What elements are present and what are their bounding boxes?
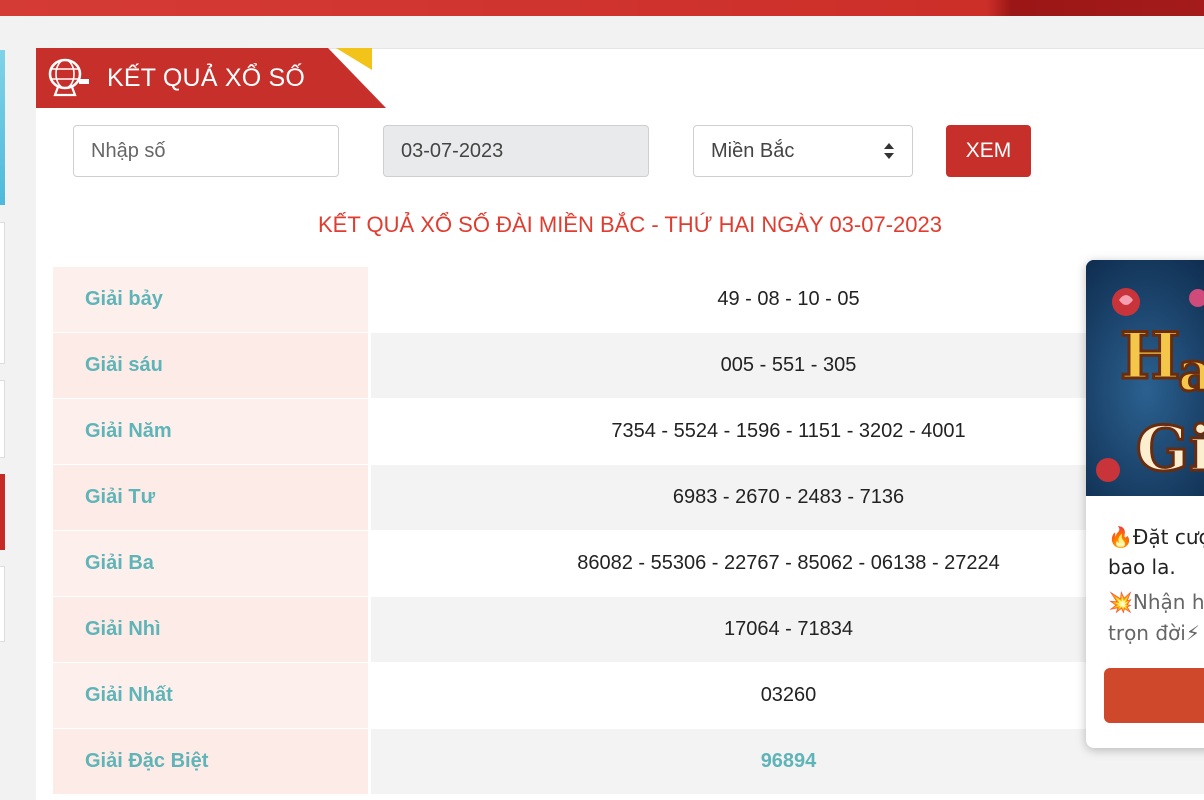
svg-text:Gi: Gi — [1136, 412, 1204, 485]
prize-value-cell: 6983 - 2670 - 2483 - 7136 — [371, 465, 1204, 530]
results-table: Giải bảy 49 - 08 - 10 - 05 Giải sáu 005 … — [53, 267, 1204, 795]
left-side-tab[interactable] — [0, 380, 5, 458]
prize-label: Giải Năm — [53, 399, 368, 464]
prize-label: Giải Nhất — [53, 663, 368, 728]
number-search-input[interactable]: Nhập số — [73, 125, 339, 177]
left-side-tab-active[interactable] — [0, 474, 5, 550]
section-ribbon: KẾT QUẢ XỔ SỐ — [36, 48, 386, 108]
prize-label: Giải Ba — [53, 531, 368, 596]
region-selected-value: Miền Bắc — [711, 140, 795, 162]
promo-text-primary: 🔥Đặt cượ bao la. — [1108, 522, 1204, 582]
prize-row-1: Giải Nhất 03260 — [53, 663, 1204, 729]
sort-arrows-icon — [884, 143, 894, 159]
section-title: KẾT QUẢ XỔ SỐ — [107, 64, 306, 92]
promo-line-2: bao la. — [1108, 555, 1176, 579]
lottery-ball-logo-icon — [48, 58, 89, 97]
prize-value-cell: 86082 - 55306 - 22767 - 85062 - 06138 - … — [371, 531, 1204, 596]
prize-value-cell: 49 - 08 - 10 - 05 — [371, 267, 1204, 332]
prize-value: 005 - 551 - 305 — [720, 354, 857, 376]
promo-line-3: 💥Nhận h — [1108, 590, 1204, 614]
prize-value-cell: 7354 - 5524 - 1596 - 1151 - 3202 - 4001 — [371, 399, 1204, 464]
prize-row-7: Giải bảy 49 - 08 - 10 - 05 — [53, 267, 1204, 333]
promo-banner-image[interactable]: H a Gi — [1086, 260, 1204, 496]
prize-label: Giải Nhì — [53, 597, 368, 662]
prize-value: 49 - 08 - 10 - 05 — [717, 288, 860, 310]
top-bar — [0, 0, 1204, 16]
prize-row-3: Giải Ba 86082 - 55306 - 22767 - 85062 - … — [53, 531, 1204, 597]
prize-value-cell: 005 - 551 - 305 — [371, 333, 1204, 398]
promo-line-1: 🔥Đặt cượ — [1108, 525, 1204, 549]
prize-value-cell: 03260 — [371, 663, 1204, 728]
date-value: 03-07-2023 — [401, 140, 504, 162]
number-search-placeholder: Nhập số — [91, 140, 166, 162]
svg-text:H: H — [1120, 319, 1180, 394]
prize-value: 6983 - 2670 - 2483 - 7136 — [672, 486, 905, 508]
prize-label: Giải sáu — [53, 333, 368, 398]
left-side-tab[interactable] — [0, 566, 5, 642]
prize-value: 7354 - 5524 - 1596 - 1151 - 3202 - 4001 — [611, 420, 966, 442]
promo-cta-button[interactable] — [1104, 668, 1204, 723]
prize-row-5: Giải Năm 7354 - 5524 - 1596 - 1151 - 320… — [53, 399, 1204, 465]
prize-row-6: Giải sáu 005 - 551 - 305 — [53, 333, 1204, 399]
prize-value: 86082 - 55306 - 22767 - 85062 - 06138 - … — [577, 552, 1000, 574]
view-results-button[interactable]: XEM — [946, 125, 1031, 177]
prize-value-cell: 96894 — [371, 729, 1204, 794]
prize-value: 17064 - 71834 — [723, 618, 853, 640]
prize-row-4: Giải Tư 6983 - 2670 - 2483 - 7136 — [53, 465, 1204, 531]
prize-value: 03260 — [760, 684, 817, 706]
promo-popup[interactable]: H a Gi 🔥Đặt cượ bao la. 💥Nhận h trọn đời… — [1086, 260, 1204, 748]
prize-label: Giải Tư — [53, 465, 368, 530]
results-heading: KẾT QUẢ XỔ SỐ ĐÀI MIỀN BẮC - THỨ HAI NGÀ… — [318, 212, 942, 237]
prize-row-special: Giải Đặc Biệt 96894 — [53, 729, 1204, 795]
left-banner-strip[interactable] — [0, 50, 5, 205]
promo-text-secondary: 💥Nhận h trọn đời⚡ — [1108, 587, 1204, 649]
region-select[interactable]: Miền Bắc — [693, 125, 913, 177]
prize-label: Giải Đặc Biệt — [53, 729, 368, 794]
prize-label: Giải bảy — [53, 267, 368, 332]
prize-value-cell: 17064 - 71834 — [371, 597, 1204, 662]
left-side-tab[interactable] — [0, 222, 5, 364]
prize-row-2: Giải Nhì 17064 - 71834 — [53, 597, 1204, 663]
date-field[interactable]: 03-07-2023 — [383, 125, 649, 177]
promo-line-4: trọn đời⚡ — [1108, 621, 1200, 645]
prize-value: 96894 — [760, 750, 817, 772]
svg-text:a: a — [1178, 339, 1204, 403]
